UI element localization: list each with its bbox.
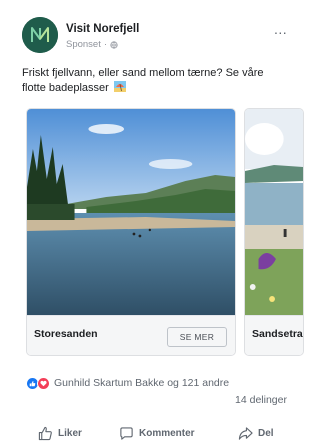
post-header: Visit Norefjell Sponset · ...	[0, 0, 287, 60]
sponsored-label[interactable]: Sponset	[66, 39, 101, 50]
post-message: Friskt fjellvann, eller sand mellom tærn…	[22, 67, 264, 94]
love-icon	[37, 376, 50, 390]
beach-people-photo[interactable]	[245, 109, 303, 315]
share-label: Del	[258, 427, 274, 439]
more-options-button[interactable]: ...	[274, 22, 287, 36]
globe-icon	[110, 40, 118, 49]
share-arrow-icon	[238, 426, 253, 440]
like-label: Liker	[58, 427, 82, 439]
action-bar: Liker Kommenter Del	[0, 422, 287, 444]
card-footer: Sandsetra	[245, 315, 303, 355]
comment-icon	[120, 426, 133, 440]
carousel-card[interactable]: Sandsetra	[244, 108, 304, 356]
post-text: Friskt fjellvann, eller sand mellom tærn…	[22, 66, 284, 96]
reaction-summary[interactable]: Gunhild Skartum Bakke og 121 andre	[26, 376, 229, 390]
card-title[interactable]: Sandsetra	[252, 328, 303, 340]
carousel-card[interactable]: Storesanden SE MER	[26, 108, 236, 356]
shares-count[interactable]: 14 delinger	[235, 394, 287, 406]
post-meta: Sponset ·	[66, 39, 118, 50]
comment-button[interactable]: Kommenter	[119, 422, 195, 444]
card-title[interactable]: Storesanden	[34, 328, 98, 340]
lake-shore-photo[interactable]	[27, 109, 235, 315]
card-footer: Storesanden SE MER	[27, 315, 235, 355]
page-name-link[interactable]: Visit Norefjell	[66, 23, 139, 35]
beach-umbrella-icon	[113, 81, 126, 92]
share-button[interactable]: Del	[238, 422, 274, 444]
see-more-button[interactable]: SE MER	[167, 327, 227, 347]
comment-label: Kommenter	[139, 427, 195, 439]
meta-separator: ·	[103, 39, 108, 50]
like-button[interactable]: Liker	[38, 422, 82, 444]
norefjell-logo-icon	[22, 17, 58, 53]
reactions-text[interactable]: Gunhild Skartum Bakke og 121 andre	[54, 377, 229, 389]
thumbs-up-icon	[38, 426, 52, 440]
image-carousel[interactable]: Storesanden SE MER Sandsetra	[26, 108, 304, 356]
page-avatar[interactable]	[22, 17, 58, 53]
